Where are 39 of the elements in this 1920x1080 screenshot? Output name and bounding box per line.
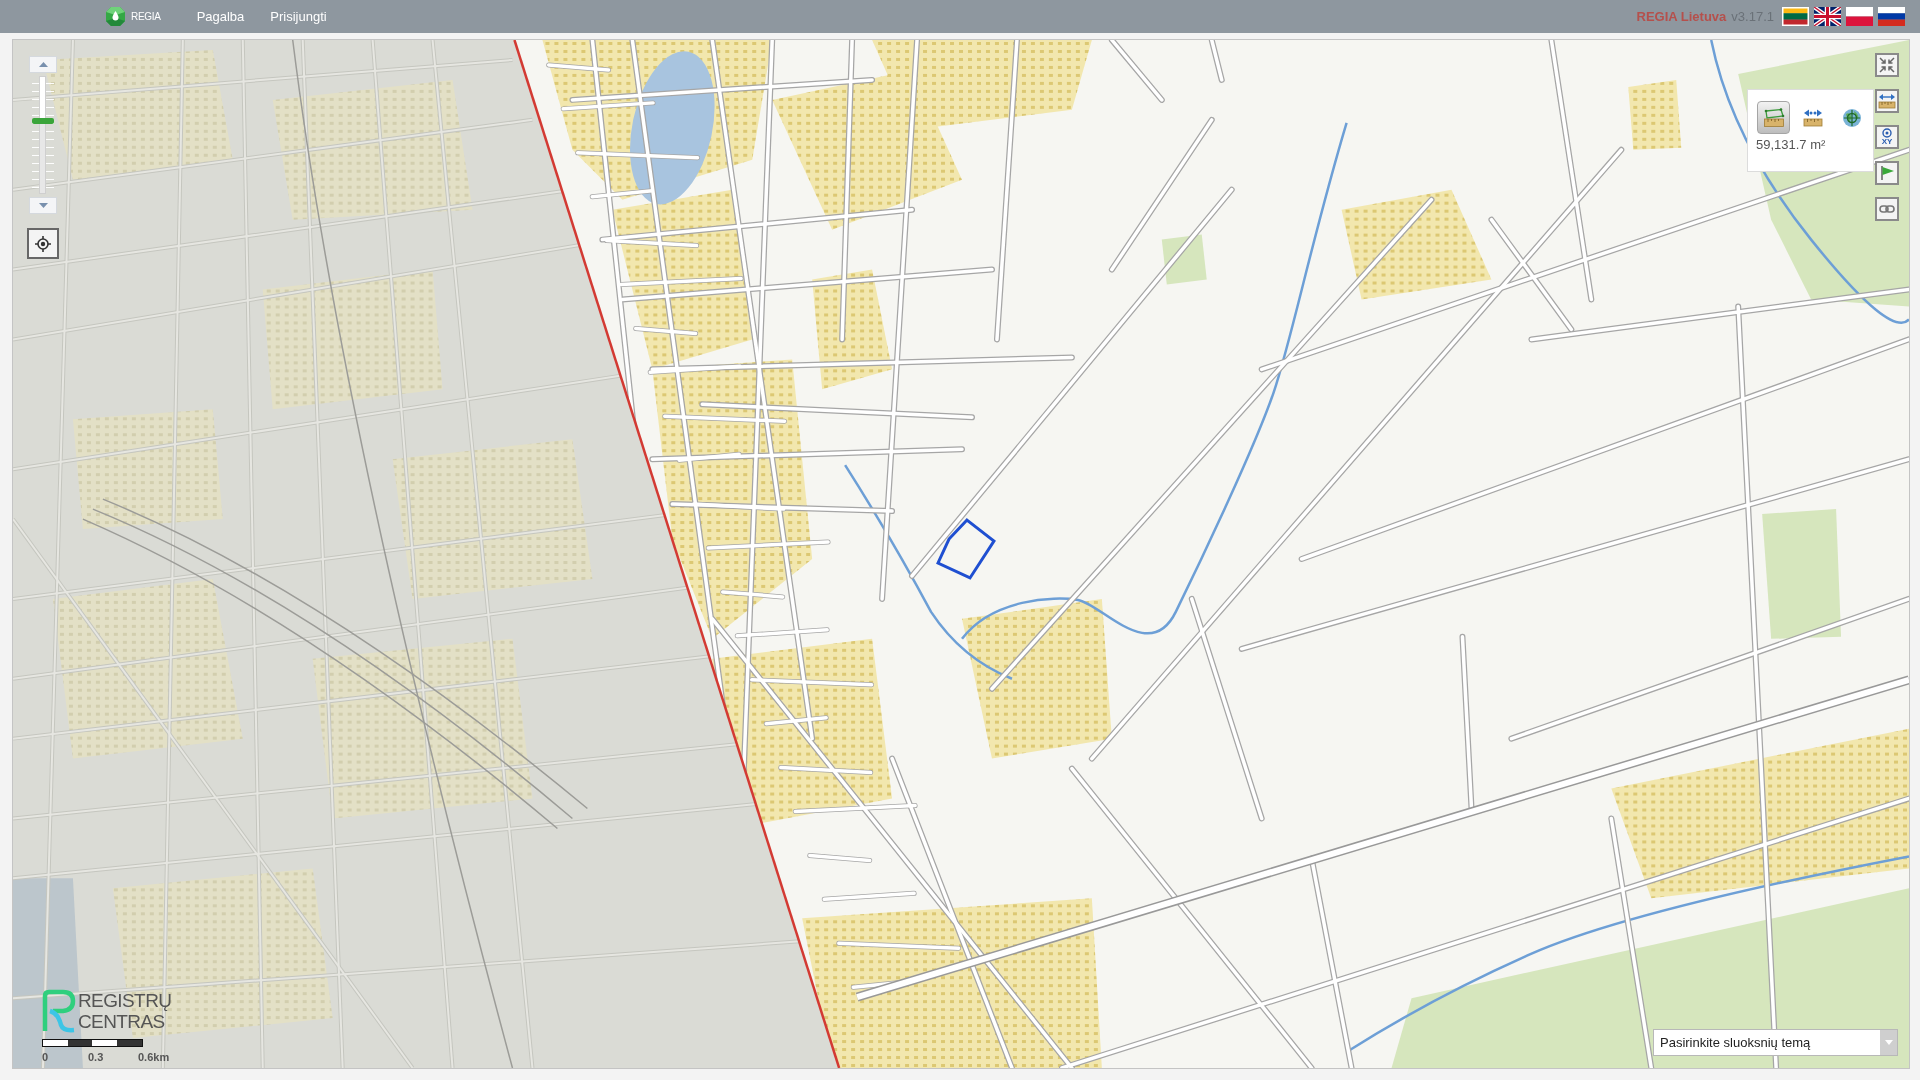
slider-thumb[interactable] bbox=[32, 117, 54, 124]
caret-up-icon bbox=[38, 62, 48, 67]
caret-down-icon bbox=[38, 203, 48, 208]
measure-result: 59,131.7 m² bbox=[1756, 137, 1827, 152]
collapse-arrows-icon bbox=[1879, 57, 1895, 73]
scale-label: 0 bbox=[42, 1051, 50, 1063]
target-icon bbox=[1882, 128, 1892, 138]
logo-text: CENTRAS bbox=[78, 1011, 166, 1032]
nav-link[interactable]: Prisijungti bbox=[270, 9, 327, 24]
measure-button[interactable] bbox=[1875, 89, 1899, 113]
russia-flag-icon[interactable] bbox=[1878, 7, 1905, 26]
layer-theme-select[interactable]: Pasirinkite sluoksnių temą bbox=[1653, 1029, 1898, 1056]
ruler-icon bbox=[1878, 93, 1896, 109]
parcel-outline bbox=[936, 518, 996, 580]
r-logo-icon bbox=[40, 989, 76, 1033]
poland-flag-icon[interactable] bbox=[1846, 7, 1873, 26]
uk-flag-icon[interactable] bbox=[1814, 7, 1841, 26]
logo-text: REGISTRŲ bbox=[78, 990, 172, 1011]
zoom-in-button[interactable] bbox=[29, 56, 57, 73]
flag-button[interactable] bbox=[1875, 161, 1899, 185]
flag-icon bbox=[1879, 165, 1895, 181]
area-ruler-icon bbox=[1762, 107, 1785, 128]
gem-icon bbox=[105, 6, 126, 27]
link-button[interactable] bbox=[1875, 197, 1899, 221]
lithuania-flag-icon[interactable] bbox=[1782, 7, 1809, 26]
zoom-out-button[interactable] bbox=[29, 197, 57, 214]
locate-button[interactable] bbox=[27, 228, 59, 259]
area-measure-button[interactable] bbox=[1757, 101, 1790, 134]
coordinates-button[interactable]: XY bbox=[1875, 125, 1899, 149]
home-link[interactable]: REGIA bbox=[105, 6, 161, 27]
app-name: REGIA Lietuva bbox=[1636, 9, 1727, 24]
scale-label: 0.3 bbox=[88, 1051, 105, 1063]
nav-link[interactable]: Pagalba bbox=[196, 9, 245, 24]
caret-down-icon bbox=[1884, 1040, 1893, 1045]
collapse-button[interactable] bbox=[1875, 53, 1899, 77]
globe-crosshair-icon bbox=[1841, 107, 1862, 128]
distance-ruler-icon bbox=[1802, 108, 1823, 127]
scale-label: 0.6km bbox=[138, 1051, 170, 1063]
crosshair-icon bbox=[35, 235, 51, 252]
